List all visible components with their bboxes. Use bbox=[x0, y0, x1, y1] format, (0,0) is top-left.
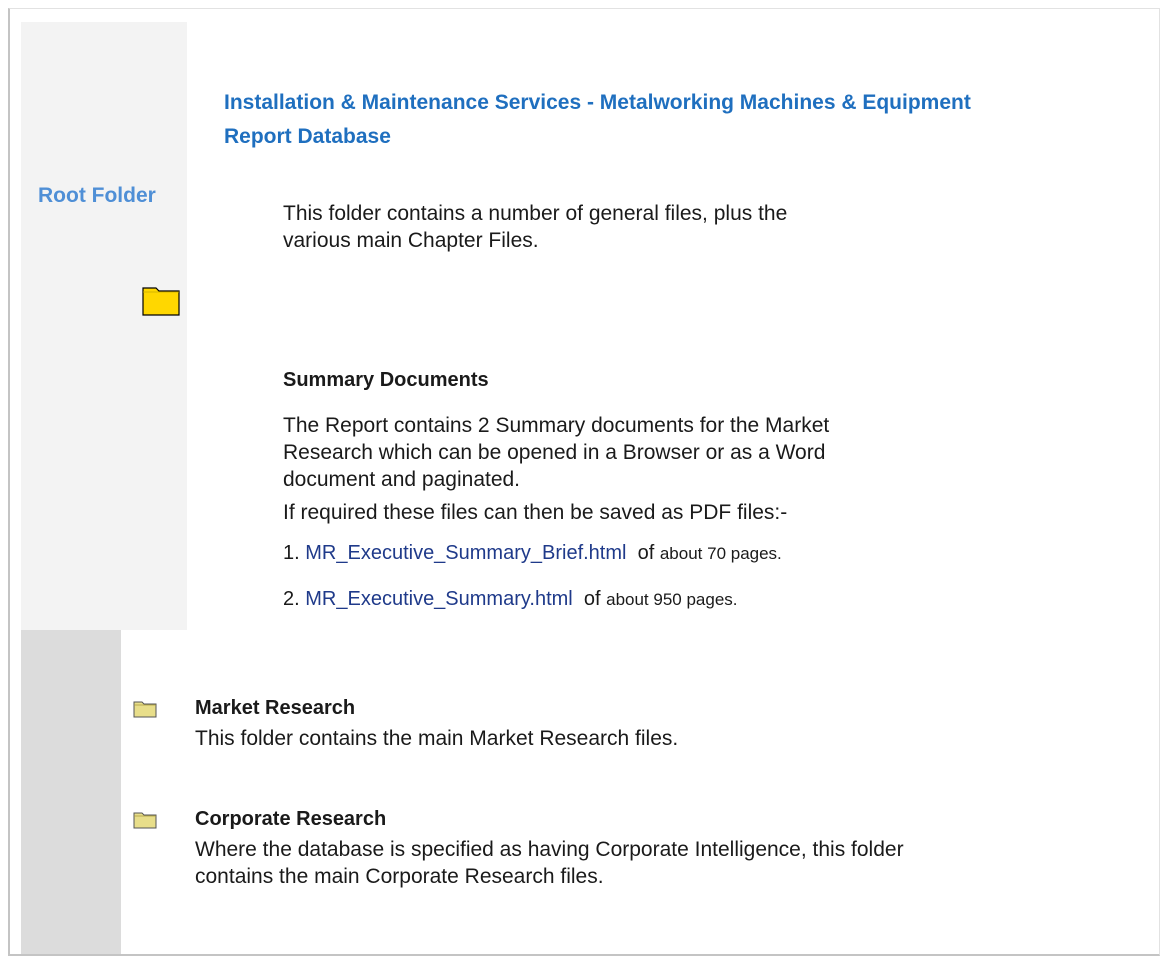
subfolder-sidebar-strip bbox=[21, 630, 121, 954]
list-of-text: of bbox=[583, 588, 601, 610]
summary-list-item: 2. MR_Executive_Summary.html of about 95… bbox=[283, 588, 738, 611]
summary-list-item: 1. MR_Executive_Summary_Brief.html of ab… bbox=[283, 542, 782, 565]
corporate-research-folder-title[interactable]: Corporate Research bbox=[195, 808, 386, 831]
executive-summary-brief-link[interactable]: MR_Executive_Summary_Brief.html bbox=[305, 542, 626, 564]
page-count: about 950 pages. bbox=[606, 590, 738, 609]
list-of-text: of bbox=[637, 542, 655, 564]
summary-documents-heading: Summary Documents bbox=[283, 369, 489, 391]
root-folder-description: This folder contains a number of general… bbox=[283, 202, 788, 252]
list-number: 2. bbox=[283, 588, 300, 610]
market-research-folder-description: This folder contains the main Market Res… bbox=[195, 727, 679, 750]
folder-icon[interactable] bbox=[133, 700, 157, 718]
executive-summary-link[interactable]: MR_Executive_Summary.html bbox=[305, 588, 572, 610]
folder-icon[interactable] bbox=[133, 811, 157, 829]
market-research-folder-title[interactable]: Market Research bbox=[195, 697, 355, 720]
folder-icon bbox=[142, 287, 180, 316]
summary-documents-description: The Report contains 2 Summary documents … bbox=[283, 414, 830, 491]
corporate-research-folder-description: Where the database is specified as havin… bbox=[195, 838, 904, 888]
list-number: 1. bbox=[283, 542, 300, 564]
pdf-note: If required these files can then be save… bbox=[283, 501, 788, 524]
root-folder-label: Root Folder bbox=[38, 184, 156, 207]
root-folder-panel bbox=[21, 22, 187, 630]
report-title: Installation & Maintenance Services - Me… bbox=[224, 91, 971, 148]
page-count: about 70 pages. bbox=[659, 544, 782, 563]
